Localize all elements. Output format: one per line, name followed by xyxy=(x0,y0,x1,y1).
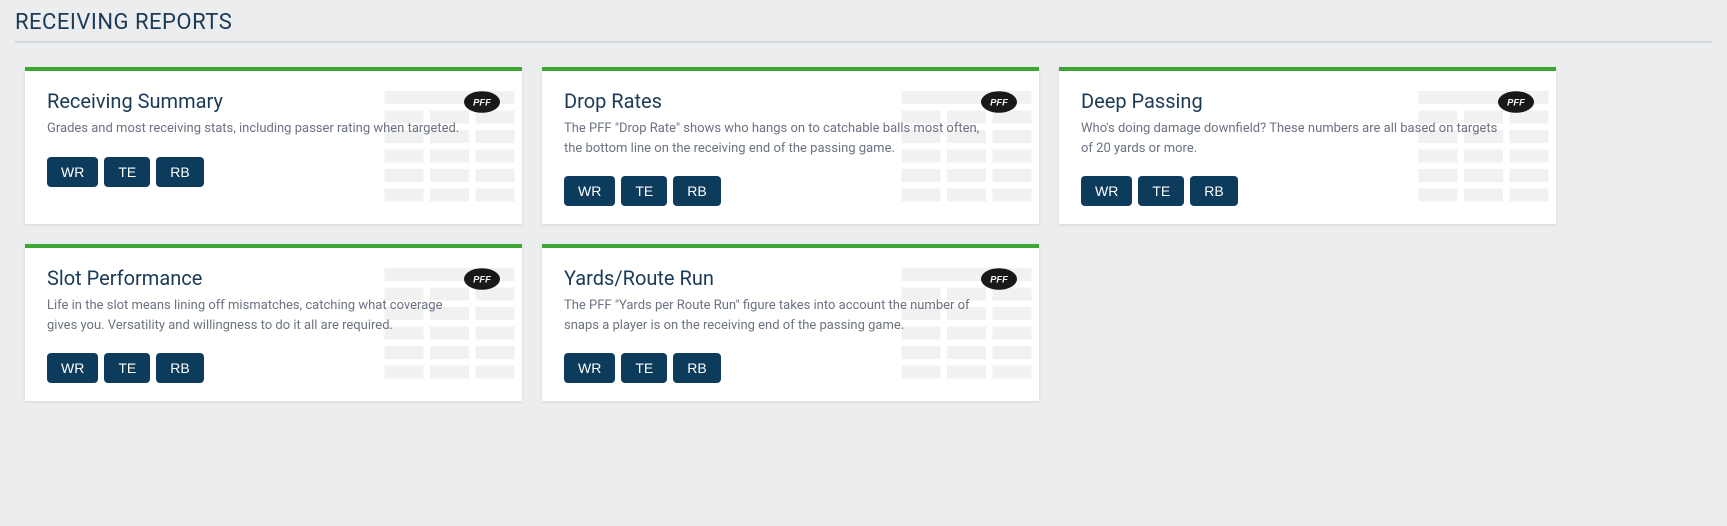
report-card-receiving-summary[interactable]: Receiving Summary PFF Grades and most re… xyxy=(25,67,522,224)
pff-logo-icon: PFF xyxy=(981,268,1017,290)
card-title: Deep Passing xyxy=(1081,89,1203,113)
report-card-drop-rates[interactable]: Drop Rates PFF The PFF "Drop Rate" shows… xyxy=(542,67,1039,224)
wr-button[interactable]: WR xyxy=(1081,176,1132,206)
svg-text:PFF: PFF xyxy=(473,275,491,285)
card-title: Receiving Summary xyxy=(47,89,223,113)
rb-button[interactable]: RB xyxy=(156,353,203,383)
card-header: Slot Performance PFF xyxy=(47,266,500,290)
te-button[interactable]: TE xyxy=(621,353,667,383)
svg-text:PFF: PFF xyxy=(473,98,491,108)
section-title: RECEIVING REPORTS xyxy=(15,10,1712,35)
card-header: Receiving Summary PFF xyxy=(47,89,500,113)
report-card-deep-passing[interactable]: Deep Passing PFF Who's doing damage down… xyxy=(1059,67,1556,224)
pff-logo-icon: PFF xyxy=(1498,91,1534,113)
pff-logo-icon: PFF xyxy=(981,91,1017,113)
card-description: The PFF "Yards per Route Run" figure tak… xyxy=(564,296,984,335)
section-divider xyxy=(15,41,1712,43)
svg-text:PFF: PFF xyxy=(990,98,1008,108)
pff-logo-icon: PFF xyxy=(464,91,500,113)
te-button[interactable]: TE xyxy=(621,176,667,206)
card-title: Yards/Route Run xyxy=(564,266,714,290)
te-button[interactable]: TE xyxy=(104,157,150,187)
wr-button[interactable]: WR xyxy=(47,353,98,383)
pff-logo-icon: PFF xyxy=(464,268,500,290)
section-header: RECEIVING REPORTS xyxy=(0,0,1727,67)
report-card-slot-performance[interactable]: Slot Performance PFF Life in the slot me… xyxy=(25,244,522,401)
rb-button[interactable]: RB xyxy=(673,176,720,206)
wr-button[interactable]: WR xyxy=(564,176,615,206)
wr-button[interactable]: WR xyxy=(47,157,98,187)
report-card-yards-route-run[interactable]: Yards/Route Run PFF The PFF "Yards per R… xyxy=(542,244,1039,401)
te-button[interactable]: TE xyxy=(104,353,150,383)
wr-button[interactable]: WR xyxy=(564,353,615,383)
position-buttons-row: WR TE RB xyxy=(47,157,500,187)
card-title: Drop Rates xyxy=(564,89,662,113)
position-buttons-row: WR TE RB xyxy=(1081,176,1534,206)
card-description: Life in the slot means lining off mismat… xyxy=(47,296,467,335)
cards-container: Receiving Summary PFF Grades and most re… xyxy=(0,67,1727,426)
card-description: Who's doing damage downfield? These numb… xyxy=(1081,119,1501,158)
position-buttons-row: WR TE RB xyxy=(564,353,1017,383)
card-header: Yards/Route Run PFF xyxy=(564,266,1017,290)
svg-text:PFF: PFF xyxy=(990,275,1008,285)
card-title: Slot Performance xyxy=(47,266,202,290)
rb-button[interactable]: RB xyxy=(1190,176,1237,206)
rb-button[interactable]: RB xyxy=(156,157,203,187)
card-description: The PFF "Drop Rate" shows who hangs on t… xyxy=(564,119,984,158)
card-description: Grades and most receiving stats, includi… xyxy=(47,119,467,139)
rb-button[interactable]: RB xyxy=(673,353,720,383)
svg-text:PFF: PFF xyxy=(1507,98,1525,108)
position-buttons-row: WR TE RB xyxy=(564,176,1017,206)
position-buttons-row: WR TE RB xyxy=(47,353,500,383)
card-header: Deep Passing PFF xyxy=(1081,89,1534,113)
card-header: Drop Rates PFF xyxy=(564,89,1017,113)
te-button[interactable]: TE xyxy=(1138,176,1184,206)
